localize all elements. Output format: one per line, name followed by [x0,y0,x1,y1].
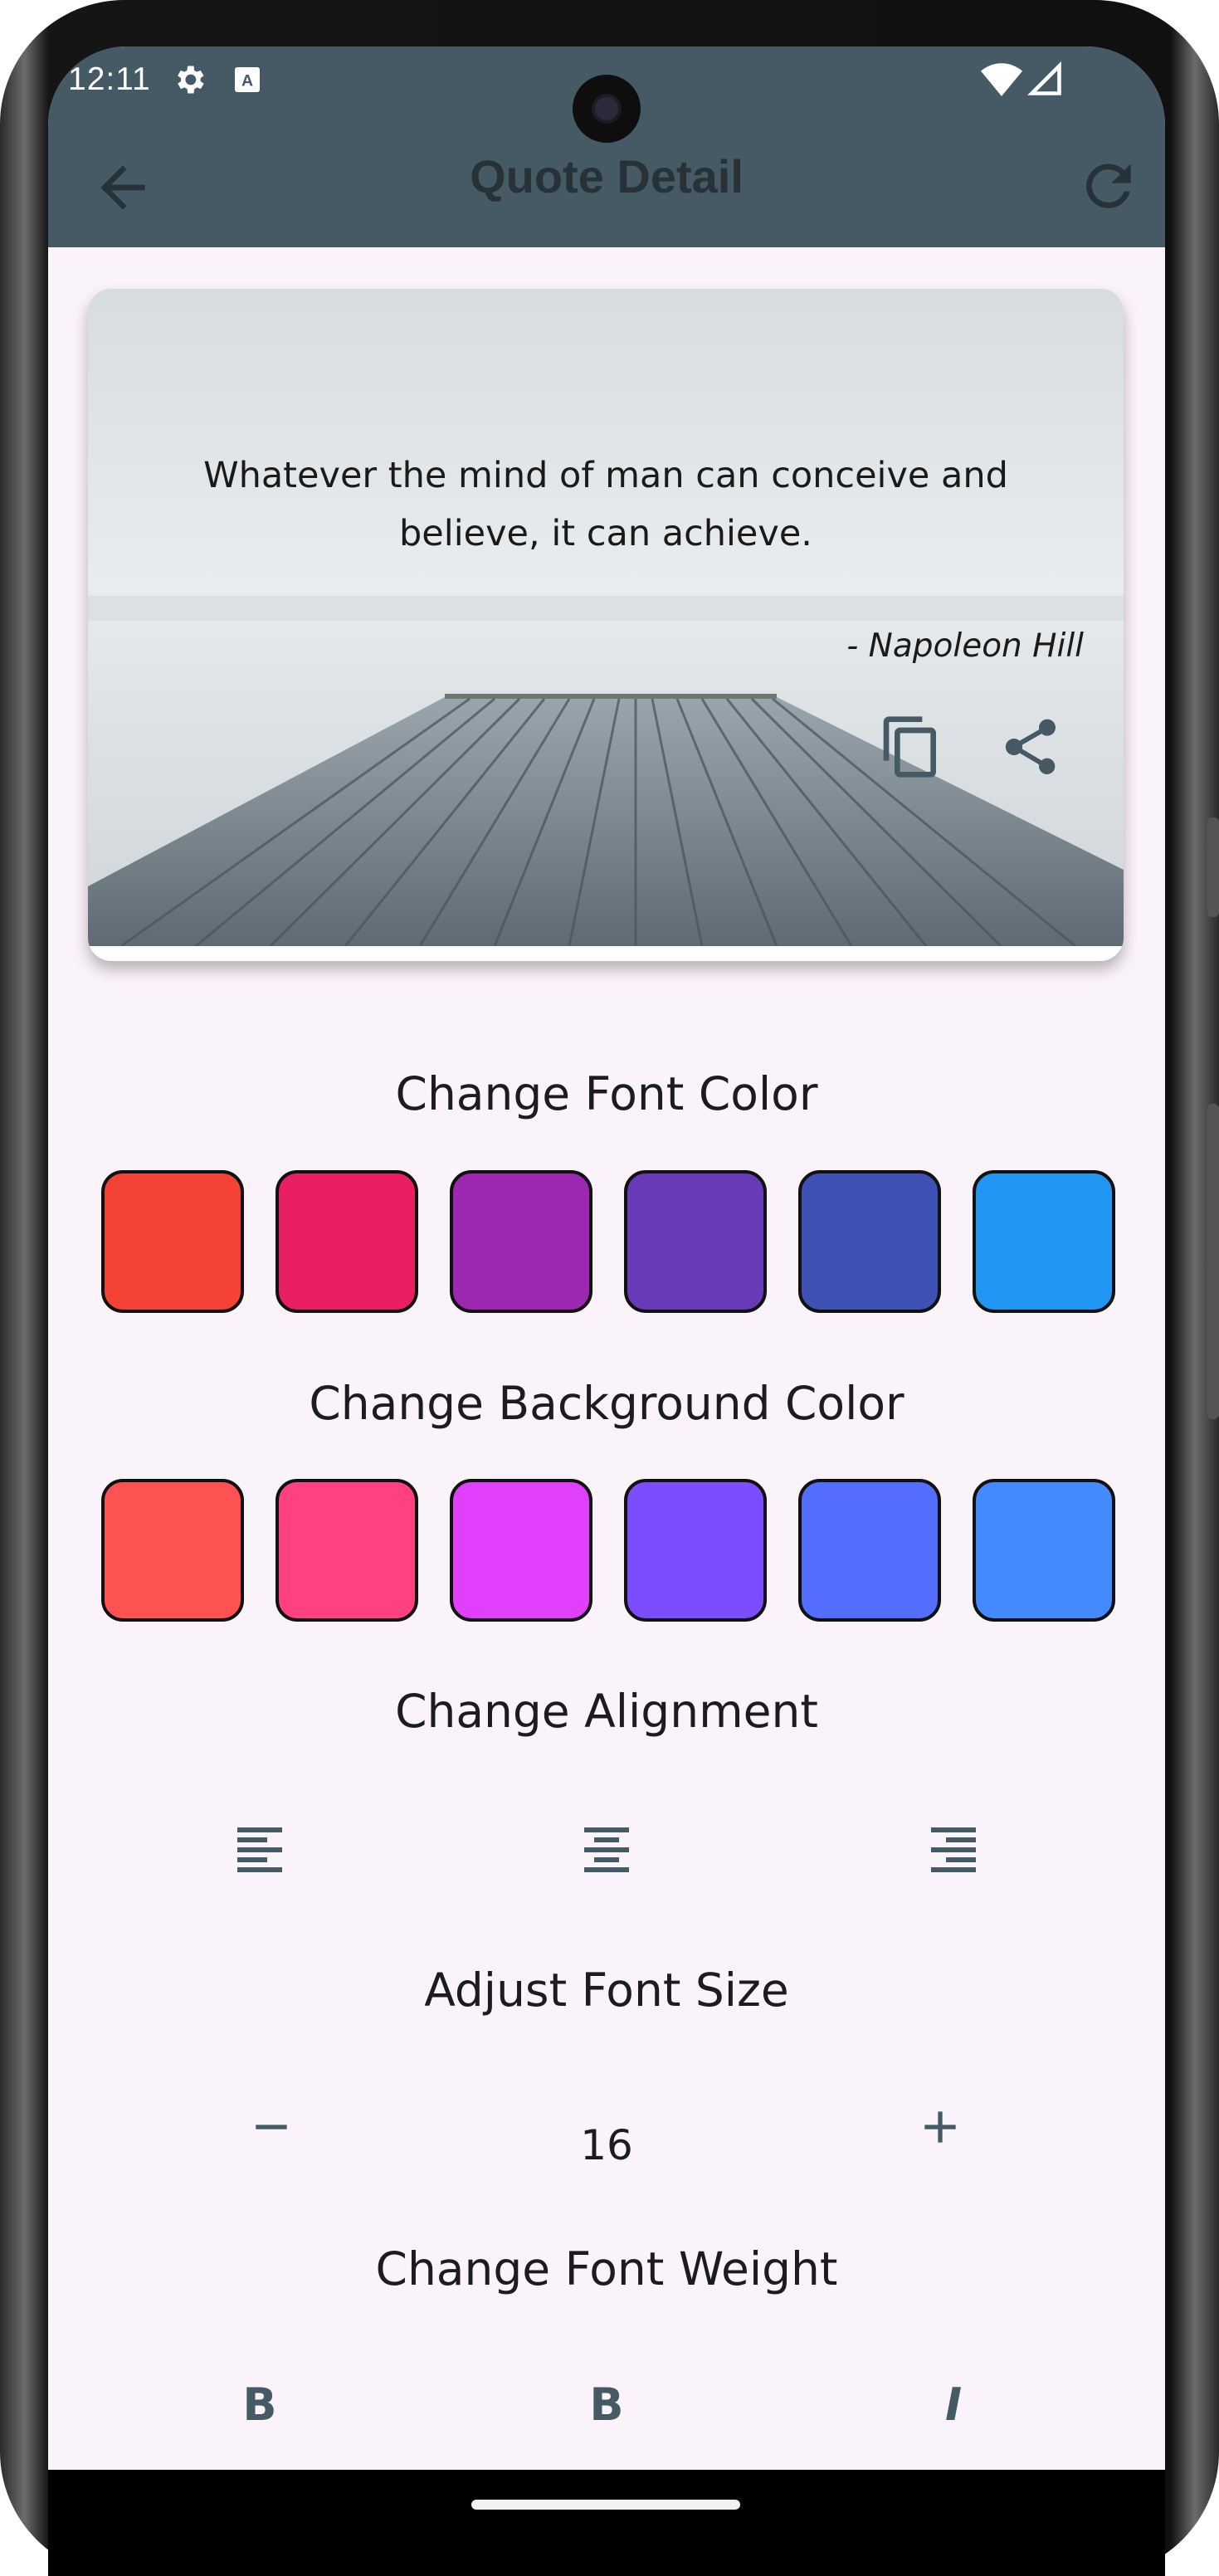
svg-text:A: A [241,72,253,90]
align-left-button[interactable] [222,1812,297,1887]
font-weight-normal-button[interactable]: B [222,2367,297,2442]
font-size-title: Adjust Font Size [424,1964,789,2017]
background-color-title: Change Background Color [309,1377,904,1430]
power-button [1207,1104,1219,1419]
share-button[interactable] [997,714,1064,780]
phone-frame: 12:11 A Quote Detail Whatever the mind o… [0,0,1219,2576]
font-color-title: Change Font Color [395,1067,818,1120]
refresh-icon [1086,163,1131,208]
home-indicator[interactable] [471,2500,740,2510]
italic-icon: I [944,2378,963,2431]
refresh-button[interactable] [1075,153,1142,219]
font-color-swatch[interactable] [973,1170,1115,1313]
volume-button [1207,817,1219,917]
font-color-swatch[interactable] [275,1170,418,1313]
align-center-icon [584,1827,629,1872]
wifi-icon [981,60,1022,106]
alignment-title: Change Alignment [395,1685,818,1738]
quote-text: Whatever the mind of man can conceive an… [203,455,1008,554]
background-color-swatch[interactable] [624,1479,767,1622]
align-right-button[interactable] [916,1812,991,1887]
background-color-swatches [101,1479,1122,1625]
share-icon [1005,719,1056,774]
increase-size-button[interactable] [903,2090,978,2164]
screen: 12:11 A Quote Detail Whatever the mind o… [48,46,1165,2470]
foggy-pier-image [88,289,1124,946]
font-color-swatch[interactable] [624,1170,767,1313]
front-camera [573,75,641,143]
status-time: 12:11 [68,61,151,97]
background-color-swatch[interactable] [275,1479,418,1622]
bold-icon: B [589,2378,624,2431]
font-color-swatch[interactable] [101,1170,244,1313]
quote-card: Whatever the mind of man can conceive an… [88,289,1124,961]
align-left-icon [237,1827,282,1872]
bold-icon: B [242,2378,277,2431]
signal-icon [1026,61,1064,106]
keyboard-a-icon: A [232,65,262,103]
font-size-value: 16 [580,2121,633,2169]
plus-icon [924,2111,956,2143]
navigation-bar [48,2470,1165,2576]
font-weight-title: Change Font Weight [375,2242,838,2295]
page-title: Quote Detail [470,150,744,202]
font-italic-button[interactable]: I [916,2367,991,2442]
background-color-swatch[interactable] [450,1479,592,1622]
align-right-icon [931,1827,976,1872]
copy-button[interactable] [878,714,944,780]
font-color-swatches [101,1170,1122,1316]
align-center-button[interactable] [569,1812,644,1887]
quote-author: - Napoleon Hill [846,627,1084,665]
gear-icon [171,61,207,106]
app-bar: 12:11 A Quote Detail [48,46,1165,247]
background-color-swatch[interactable] [973,1479,1115,1622]
font-weight-bold-button[interactable]: B [569,2367,644,2442]
font-color-swatch[interactable] [798,1170,941,1313]
background-color-swatch[interactable] [101,1479,244,1622]
copy-icon [883,716,936,778]
font-color-swatch[interactable] [450,1170,592,1313]
background-color-swatch[interactable] [798,1479,941,1622]
